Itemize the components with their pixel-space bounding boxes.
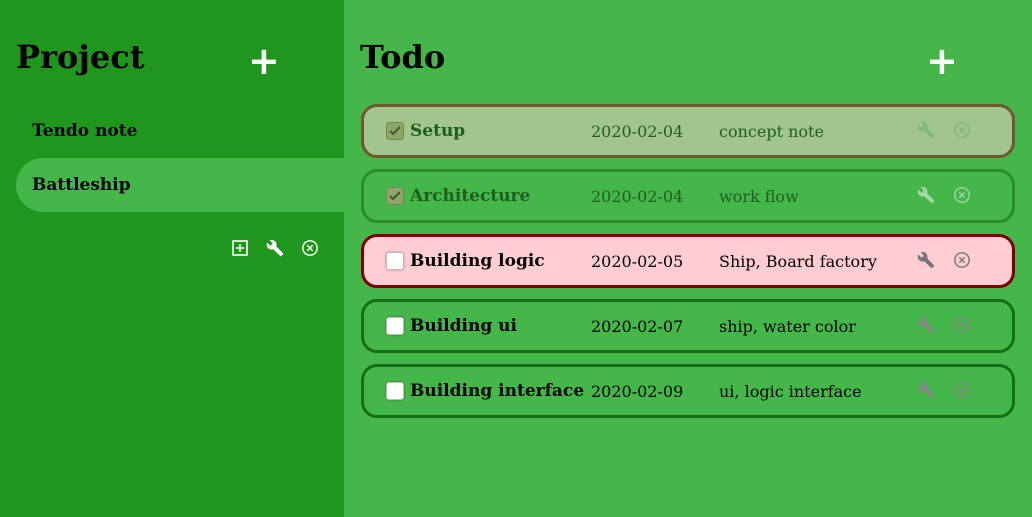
todo-tags: ship, water color [719, 316, 856, 336]
todo-date: 2020-02-05 [591, 251, 684, 271]
add-todo-button[interactable]: + [926, 42, 958, 80]
close-circle-icon[interactable] [953, 381, 973, 401]
todo-title-text: Setup [410, 121, 466, 141]
wrench-icon[interactable] [917, 381, 937, 401]
wrench-icon[interactable] [917, 121, 937, 141]
todo-title-text: Building logic [410, 251, 545, 271]
todo-date: 2020-02-04 [591, 121, 684, 141]
todo-tags: concept note [719, 121, 824, 141]
app-root: Project + Tendo note Battleship Todo + S… [0, 0, 1032, 517]
todo-title-text: Architecture [410, 186, 531, 206]
todo-date: 2020-02-09 [591, 381, 684, 401]
todo-tags: ui, logic interface [719, 381, 862, 401]
project-sidebar: Project + Tendo note Battleship [0, 0, 344, 517]
project-title: Project [16, 38, 145, 76]
wrench-icon[interactable] [917, 186, 937, 206]
todo-checkbox[interactable] [386, 382, 404, 400]
todo-checkbox[interactable] [386, 252, 404, 270]
todo-tags: work flow [719, 186, 799, 206]
project-item-label: Battleship [32, 175, 131, 195]
todo-date: 2020-02-04 [591, 186, 684, 206]
todo-item[interactable]: Building ui 2020-02-07 ship, water color [361, 299, 1015, 353]
todo-item[interactable]: Architecture 2020-02-04 work flow [361, 169, 1015, 223]
project-item-tendo-note[interactable]: Tendo note [16, 104, 344, 158]
close-circle-icon[interactable] [953, 186, 973, 206]
project-toolbar [230, 238, 320, 258]
add-project-button[interactable]: + [248, 42, 280, 80]
todo-checkbox[interactable] [386, 187, 404, 205]
todo-tags: Ship, Board factory [719, 251, 877, 271]
close-circle-icon[interactable] [953, 251, 973, 271]
wrench-icon[interactable] [265, 238, 285, 258]
todo-date: 2020-02-07 [591, 316, 684, 336]
close-circle-icon[interactable] [953, 316, 973, 336]
add-box-icon[interactable] [230, 238, 250, 258]
project-item-label: Tendo note [32, 121, 138, 141]
todo-item[interactable]: Setup 2020-02-04 concept note [361, 104, 1015, 158]
todo-title: Todo [360, 38, 446, 76]
todo-panel: Todo + Setup 2020-02-04 concept note Arc… [344, 0, 1032, 517]
close-circle-icon[interactable] [300, 238, 320, 258]
todo-item[interactable]: Building interface 2020-02-09 ui, logic … [361, 364, 1015, 418]
wrench-icon[interactable] [917, 251, 937, 271]
todo-checkbox[interactable] [386, 122, 404, 140]
wrench-icon[interactable] [917, 316, 937, 336]
project-item-battleship[interactable]: Battleship [16, 158, 344, 212]
todo-checkbox[interactable] [386, 317, 404, 335]
close-circle-icon[interactable] [953, 121, 973, 141]
todo-title-text: Building interface [410, 381, 585, 401]
todo-item[interactable]: Building logic 2020-02-05 Ship, Board fa… [361, 234, 1015, 288]
todo-title-text: Building ui [410, 316, 517, 336]
